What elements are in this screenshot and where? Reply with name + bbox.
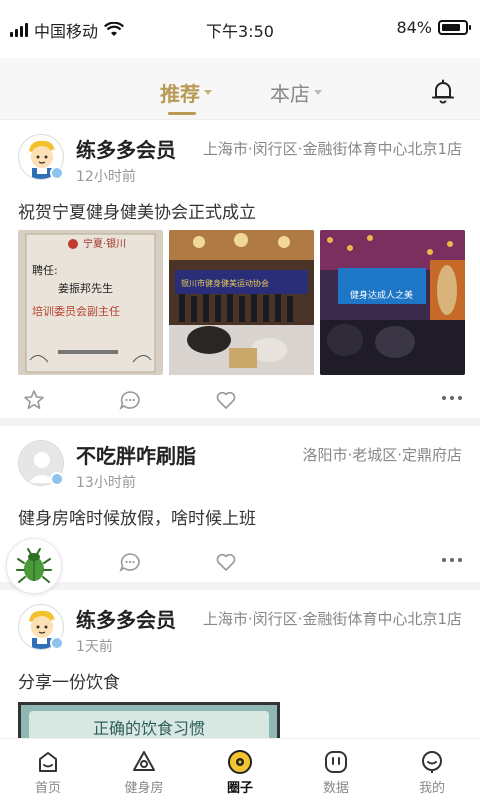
post-location: 洛阳市·老城区·定鼎府店: [302, 446, 462, 464]
post-location: 上海市·闵行区·金融街体育中心北京1店: [202, 140, 462, 158]
like-heart-icon[interactable]: [214, 550, 238, 574]
comment-icon[interactable]: [118, 388, 142, 412]
certificate-title: 宁夏·银川: [83, 237, 126, 250]
post-username[interactable]: 练多多会员: [76, 604, 176, 633]
post-username[interactable]: 练多多会员: [76, 134, 176, 163]
post-time: 12小时前: [76, 169, 136, 185]
post-images: 宁夏·银川 聘任: 姜振邦先生 培训委员会副主任 银川市健身健美运动协会 健身达…: [18, 230, 465, 375]
verified-badge-icon: [50, 472, 64, 486]
post-card[interactable]: 练多多会员 上海市·闵行区·金融街体育中心北京1店 12小时前 祝贺宁夏健身健美…: [0, 120, 480, 426]
post-image-stage[interactable]: 健身达成人之美: [320, 230, 465, 375]
caret-down-icon: [204, 90, 212, 95]
post-username[interactable]: 不吃胖咋刷脂: [76, 440, 196, 469]
bug-icon: [16, 548, 52, 583]
like-heart-icon[interactable]: [214, 388, 238, 412]
diet-image-title: 正确的饮食习惯: [29, 711, 269, 738]
post-content: 健身房啥时候放假，啥时候上班: [18, 509, 256, 529]
nav-label: 我的: [418, 781, 445, 796]
certificate-name: 姜振邦先生: [58, 281, 113, 295]
nav-label: 健身房: [124, 781, 164, 796]
bug-float-button[interactable]: [6, 538, 62, 594]
data-icon: [325, 751, 347, 773]
home-icon: [39, 752, 57, 772]
status-bar: 中国移动 下午3:50 84%: [0, 0, 480, 58]
tab-label: 本店: [270, 82, 310, 106]
tab-this-store[interactable]: 本店: [270, 78, 322, 107]
profile-icon: [422, 751, 442, 773]
certificate-appoint: 聘任:: [32, 263, 58, 277]
gym-icon: [133, 751, 155, 771]
tab-label: 推荐: [160, 82, 200, 106]
feed-header: 推荐 本店: [0, 58, 480, 120]
stage-banner-text: 健身达成人之美: [350, 289, 413, 301]
caret-down-icon: [314, 90, 322, 95]
active-tab-indicator: [168, 112, 196, 115]
battery-percent: 84%: [396, 18, 432, 37]
nav-label: 圈子: [226, 781, 253, 796]
star-icon[interactable]: [22, 388, 46, 412]
nav-item-data[interactable]: 数据: [288, 739, 384, 800]
verified-badge-icon: [50, 166, 64, 180]
nav-item-circle[interactable]: 圈子: [192, 739, 288, 800]
feed: 练多多会员 上海市·闵行区·金融街体育中心北京1店 12小时前 祝贺宁夏健身健美…: [0, 120, 480, 738]
more-options-icon[interactable]: [442, 396, 462, 400]
comment-icon[interactable]: [118, 550, 142, 574]
post-time: 13小时前: [76, 475, 136, 491]
battery-icon: [438, 20, 471, 35]
nav-item-gym[interactable]: 健身房: [96, 739, 192, 800]
nav-label: 首页: [34, 781, 61, 796]
certificate-role: 培训委员会副主任: [32, 304, 120, 318]
post-card[interactable]: 练多多会员 上海市·闵行区·金融街体育中心北京1店 1天前 分享一份饮食 正确的…: [0, 590, 480, 738]
post-location: 上海市·闵行区·金融街体育中心北京1店: [202, 610, 462, 628]
banner-text: 银川市健身健美运动协会: [181, 278, 269, 288]
post-actions: [0, 388, 480, 418]
tab-recommended[interactable]: 推荐: [160, 78, 212, 107]
more-options-icon[interactable]: [442, 558, 462, 562]
post-image-certificate[interactable]: 宁夏·银川 聘任: 姜振邦先生 培训委员会副主任: [18, 230, 163, 375]
post-actions: [0, 550, 480, 580]
post-content: 祝贺宁夏健身健美协会正式成立: [18, 203, 256, 223]
circle-icon: [228, 750, 252, 774]
bottom-nav: 首页 健身房 圈子 数据 我的: [0, 738, 480, 800]
verified-badge-icon: [50, 636, 64, 650]
nav-item-profile[interactable]: 我的: [384, 739, 480, 800]
post-image-ceremony[interactable]: 银川市健身健美运动协会: [169, 230, 314, 375]
status-right: 84%: [396, 18, 471, 37]
nav-item-home[interactable]: 首页: [0, 739, 96, 800]
post-time: 1天前: [76, 639, 113, 655]
bell-icon[interactable]: [430, 78, 456, 104]
post-image-diet[interactable]: 正确的饮食习惯: [18, 702, 280, 738]
nav-label: 数据: [322, 781, 349, 796]
post-card[interactable]: 不吃胖咋刷脂 洛阳市·老城区·定鼎府店 13小时前 健身房啥时候放假，啥时候上班: [0, 426, 480, 590]
post-content: 分享一份饮食: [18, 673, 120, 693]
